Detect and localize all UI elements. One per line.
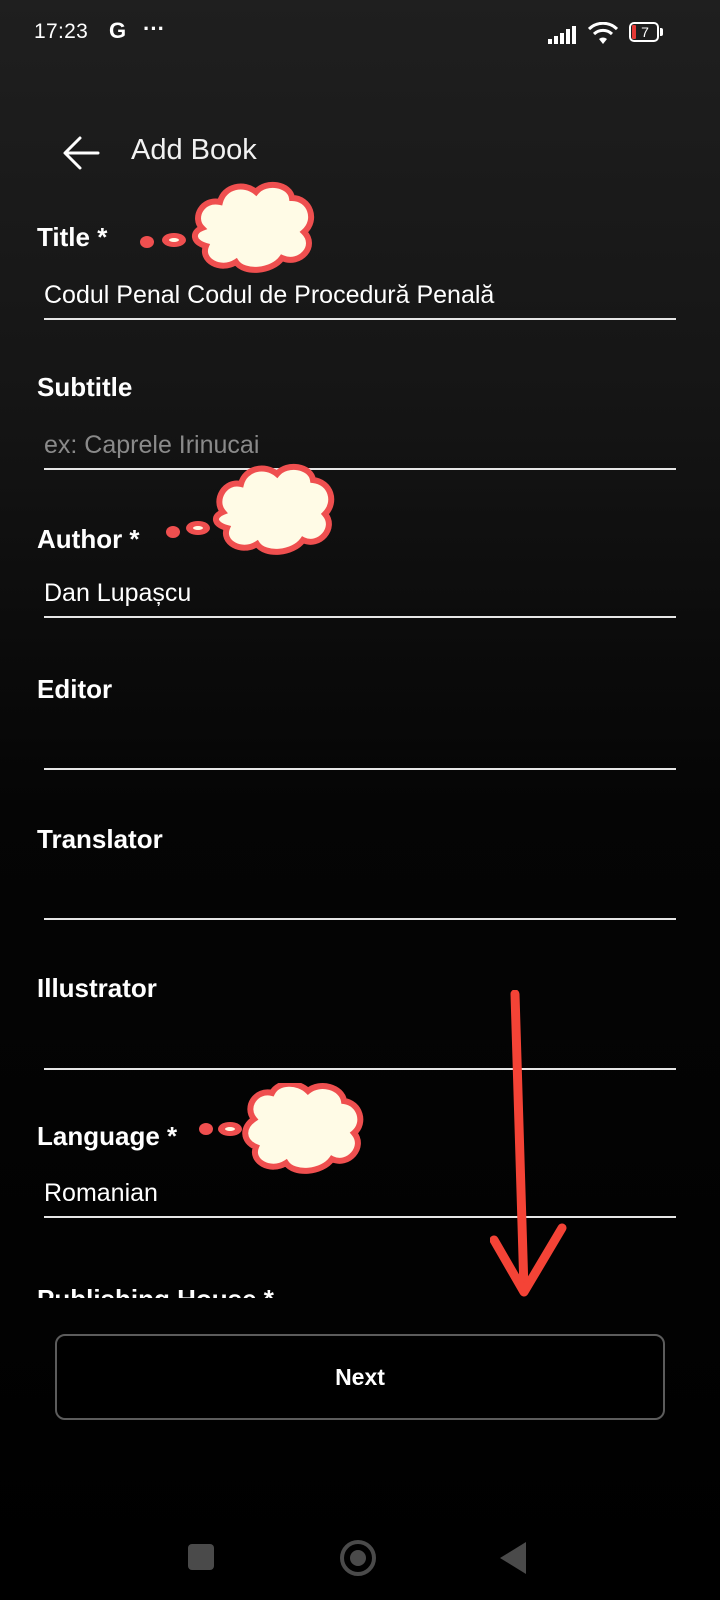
subtitle-label: Subtitle	[37, 372, 133, 402]
language-label: Language *	[37, 1121, 178, 1151]
status-time: 17:23	[34, 20, 89, 43]
recents-square-icon[interactable]	[188, 1544, 214, 1570]
translator-input[interactable]	[44, 872, 676, 920]
title-input[interactable]	[44, 272, 676, 320]
app-bar: Add Book	[0, 120, 720, 180]
illustrator-input[interactable]	[44, 1022, 676, 1070]
title-label: Title *	[37, 222, 108, 252]
redaction-cloud	[199, 1083, 364, 1174]
page-title: Add Book	[131, 134, 257, 166]
more-notifications-icon: ···	[143, 16, 165, 41]
illustrator-label: Illustrator	[37, 973, 157, 1003]
author-input[interactable]	[44, 570, 676, 618]
battery-icon: 7	[629, 22, 665, 44]
subtitle-input[interactable]	[44, 422, 676, 470]
status-bar: 17:23 G ··· 7	[0, 0, 720, 70]
editor-input[interactable]	[44, 722, 676, 770]
battery-level: 7	[641, 24, 649, 40]
arrow-left-icon[interactable]	[58, 128, 108, 178]
author-label: Author *	[37, 524, 140, 554]
google-g-icon: G	[109, 18, 127, 43]
redaction-cloud	[140, 181, 315, 273]
back-triangle-icon[interactable]	[500, 1542, 526, 1574]
next-button[interactable]: Next	[55, 1334, 665, 1420]
home-circle-icon[interactable]	[340, 1540, 376, 1576]
translator-label: Translator	[37, 824, 163, 854]
publishing-house-label: Publishing House *	[37, 1284, 274, 1298]
wifi-icon	[588, 22, 618, 44]
signal-icon	[548, 26, 576, 44]
editor-label: Editor	[37, 674, 113, 704]
system-nav-bar	[0, 1520, 720, 1600]
redaction-cloud	[166, 463, 335, 555]
scroll-down-arrow-annotation	[490, 990, 567, 1297]
publishing-house-field: Publishing House *	[0, 1270, 720, 1298]
